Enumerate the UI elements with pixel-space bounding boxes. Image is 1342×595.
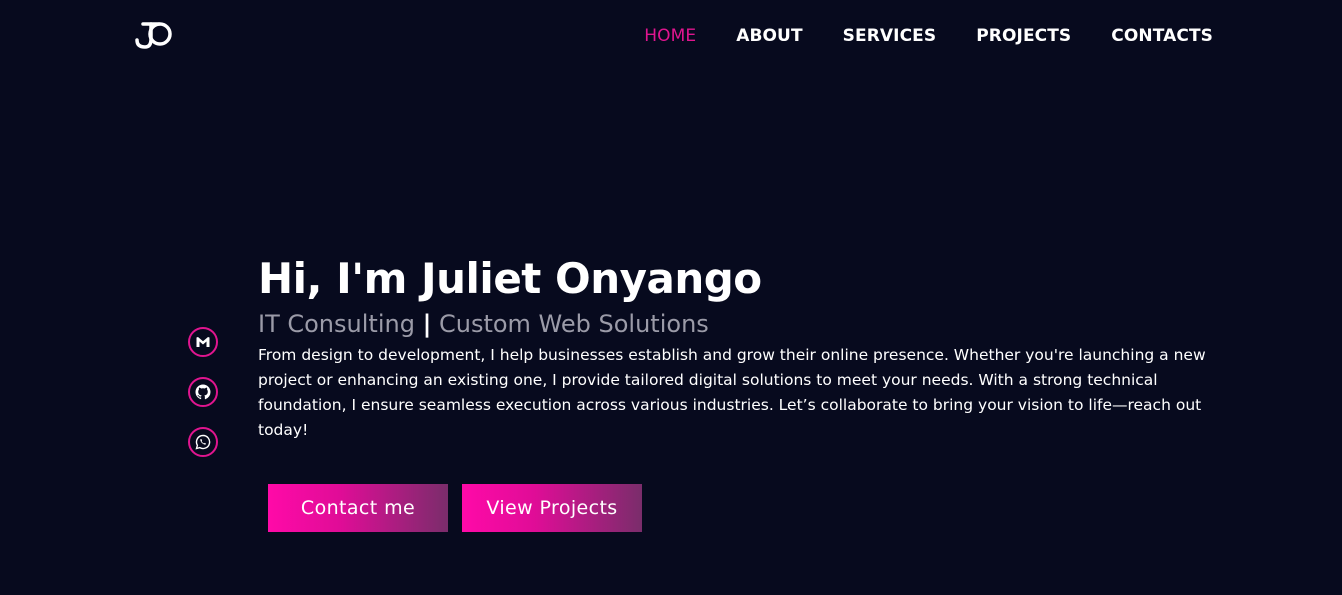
gmail-icon <box>196 337 210 347</box>
social-links <box>188 327 218 457</box>
subtitle-it-consulting: IT Consulting <box>258 310 415 338</box>
subtitle-web-solutions: Custom Web Solutions <box>438 310 709 338</box>
view-projects-button[interactable]: View Projects <box>462 484 642 532</box>
whatsapp-icon <box>195 434 211 450</box>
hero-title: Hi, I'm Juliet Onyango <box>258 254 762 303</box>
hero-section: Hi, I'm Juliet Onyango IT Consulting | C… <box>258 252 1238 443</box>
hero-subtitle: IT Consulting | Custom Web Solutions <box>258 308 1238 340</box>
nav-projects[interactable]: PROJECTS <box>976 25 1071 47</box>
nav-services[interactable]: SERVICES <box>843 25 937 47</box>
contact-me-button[interactable]: Contact me <box>268 484 448 532</box>
github-icon <box>195 384 211 400</box>
logo-icon[interactable] <box>134 18 174 50</box>
hero-buttons: Contact me View Projects <box>268 484 642 532</box>
nav-home[interactable]: HOME <box>644 25 696 47</box>
nav-contacts[interactable]: CONTACTS <box>1111 25 1213 47</box>
hero-description: From design to development, I help busin… <box>258 346 1206 439</box>
github-link[interactable] <box>188 377 218 407</box>
whatsapp-link[interactable] <box>188 427 218 457</box>
main-nav: HOME ABOUT SERVICES PROJECTS CONTACTS <box>604 25 1213 47</box>
subtitle-separator: | <box>422 310 432 338</box>
page: HOME ABOUT SERVICES PROJECTS CONTACTS Hi… <box>0 0 1342 595</box>
nav-about[interactable]: ABOUT <box>736 25 802 47</box>
gmail-link[interactable] <box>188 327 218 357</box>
